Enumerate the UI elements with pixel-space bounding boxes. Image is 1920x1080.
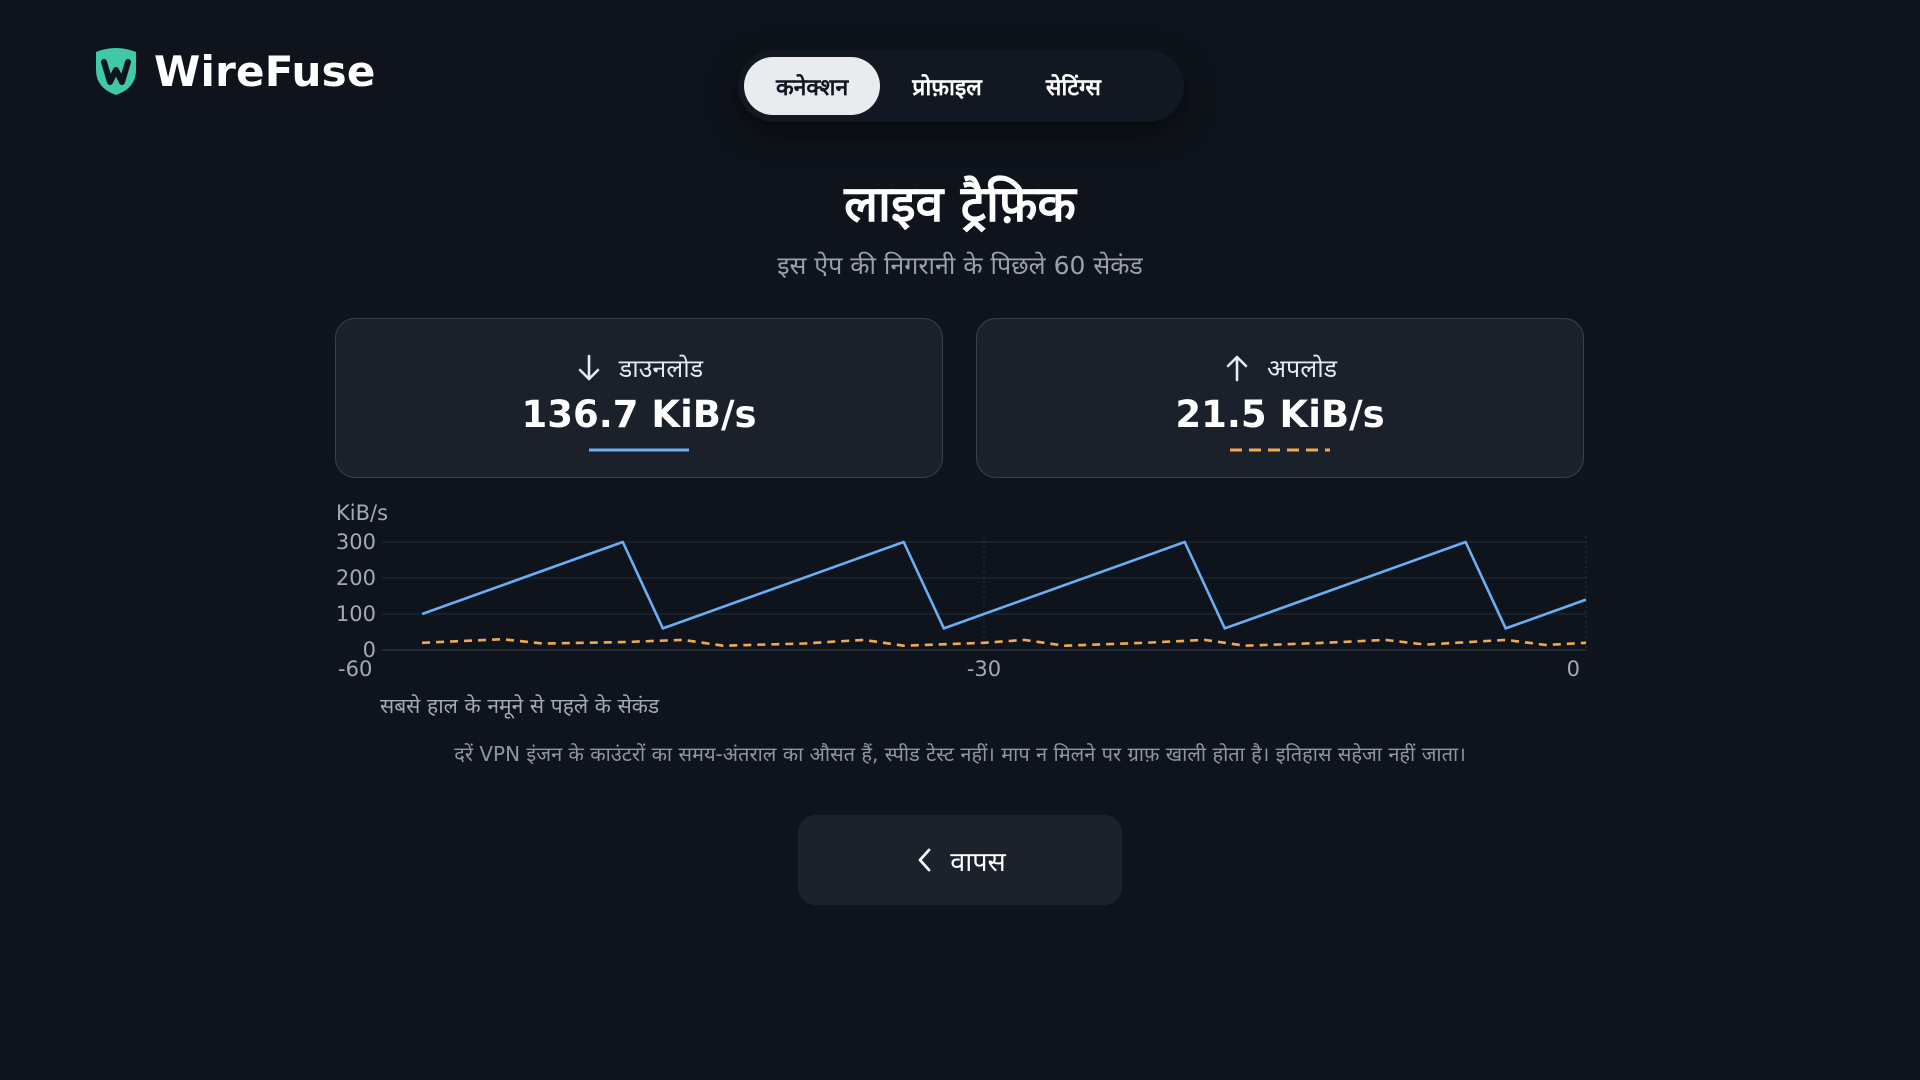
page-title: लाइव ट्रैफ़िक bbox=[844, 175, 1076, 233]
chart-x-tick-label: -30 bbox=[967, 657, 1001, 681]
chart-y-tick-label: 200 bbox=[336, 566, 376, 590]
download-value: 136.7 KiB/s bbox=[521, 393, 757, 436]
tab-profile[interactable]: प्रोफ़ाइल bbox=[880, 57, 1014, 115]
download-label: डाउनलोड bbox=[618, 354, 704, 383]
chart-y-axis-label: KiB/s bbox=[336, 501, 388, 525]
upload-value: 21.5 KiB/s bbox=[1175, 393, 1385, 436]
download-stat-card: डाउनलोड 136.7 KiB/s bbox=[335, 318, 943, 478]
download-series-line bbox=[421, 540, 1587, 630]
app-name: WireFuse bbox=[154, 46, 376, 96]
upload-card-header: अपलोड bbox=[977, 351, 1583, 385]
chart-y-tick-label: 100 bbox=[336, 602, 376, 626]
page-subtitle: इस ऐप की निगरानी के पिछले 60 सेकंड bbox=[777, 251, 1143, 280]
back-button[interactable]: वापस bbox=[798, 815, 1122, 905]
chart-x-tick-label: -60 bbox=[338, 657, 372, 681]
upload-stat-card: अपलोड 21.5 KiB/s bbox=[976, 318, 1584, 478]
tab-settings[interactable]: सेटिंग्स bbox=[1014, 57, 1133, 115]
chevron-left-icon bbox=[918, 848, 931, 872]
tab-connection[interactable]: कनेक्शन bbox=[744, 57, 881, 115]
upload-legend-line bbox=[1230, 448, 1330, 452]
upload-series-line bbox=[422, 637, 1587, 647]
chart-x-tick-label: 0 bbox=[1567, 657, 1580, 681]
traffic-chart: KiB/s 0100200300-60 -30 0 bbox=[336, 501, 1587, 681]
brand: WireFuse bbox=[92, 46, 376, 96]
chart-grid bbox=[382, 536, 1587, 651]
upload-label: अपलोड bbox=[1266, 354, 1338, 383]
chart-ticks: 0100200300-60 -30 0 bbox=[336, 530, 1580, 681]
live-traffic-page: WireFuse कनेक्शन प्रोफ़ाइल सेटिंग्स लाइव… bbox=[0, 0, 1920, 1080]
download-card-header: डाउनलोड bbox=[336, 351, 942, 385]
chart-y-tick-label: 300 bbox=[336, 530, 376, 554]
shield-logo-icon bbox=[96, 48, 136, 95]
download-legend-line bbox=[589, 448, 689, 452]
back-button-label: वापस bbox=[950, 846, 1006, 878]
chart-series bbox=[421, 540, 1587, 647]
disclaimer-text: दरें VPN इंजन के काउंटरों का समय-अंतराल … bbox=[454, 742, 1466, 766]
arrow-up-icon bbox=[1226, 355, 1248, 382]
arrow-down-icon bbox=[578, 354, 600, 381]
main-tabs: कनेक्शन प्रोफ़ाइल सेटिंग्स bbox=[738, 50, 1184, 122]
chart-x-axis-label: सबसे हाल के नमूने से पहले के सेकंड bbox=[380, 694, 660, 718]
